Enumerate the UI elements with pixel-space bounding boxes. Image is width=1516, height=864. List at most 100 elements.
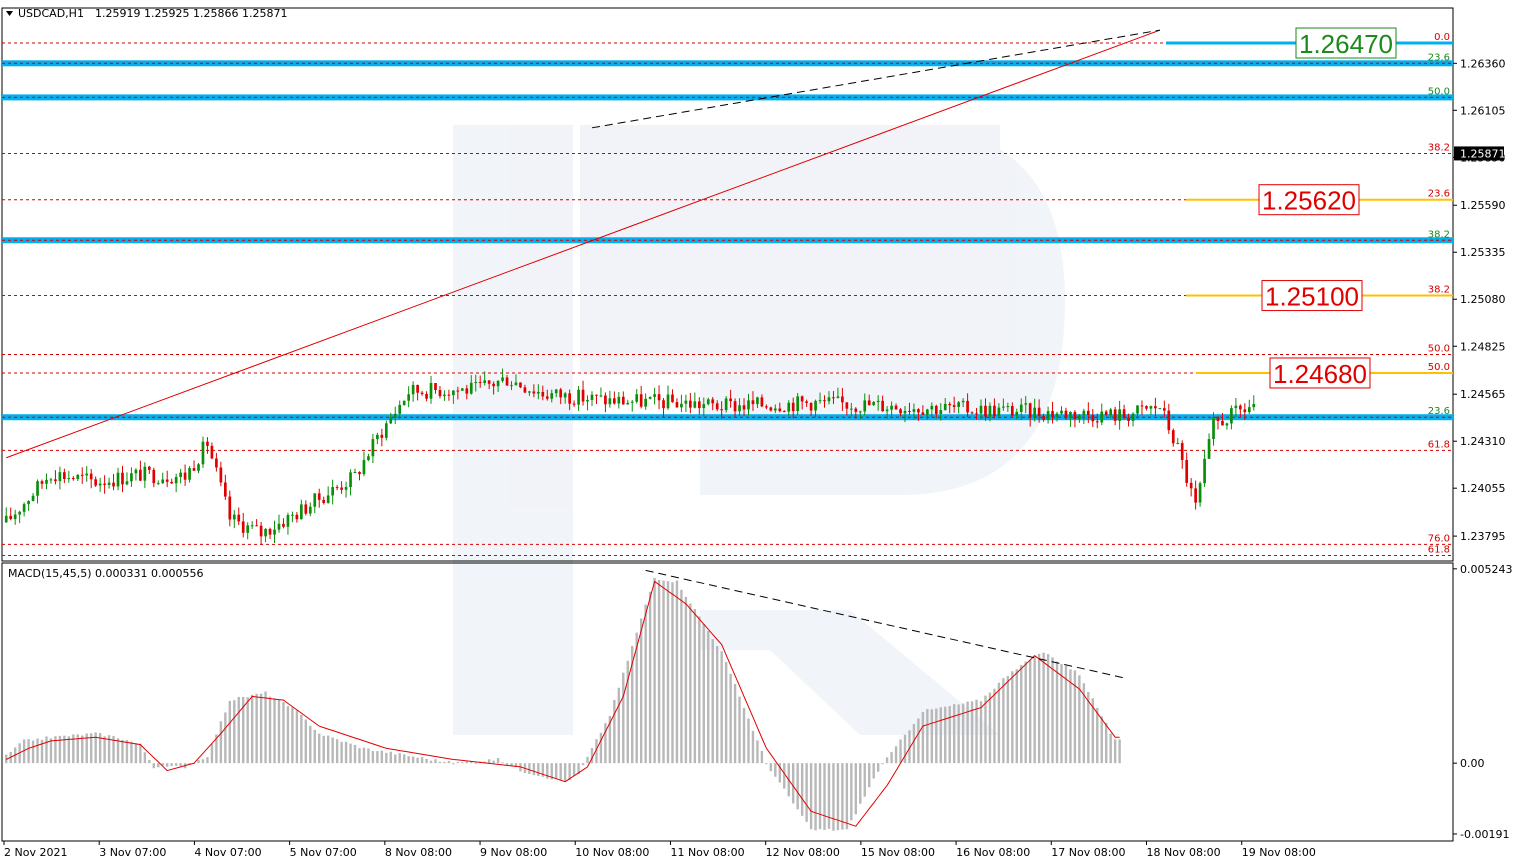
candle-body-250 <box>1122 409 1126 418</box>
candle-body-241 <box>1082 410 1086 416</box>
candle-body-111 <box>501 377 504 381</box>
candle-body-163 <box>733 401 737 412</box>
fib-label-12: 61.8 <box>1428 544 1450 555</box>
candle-body-129 <box>581 389 585 402</box>
price-tick-label-1: 1.26105 <box>1460 104 1506 117</box>
candle-body-1 <box>9 515 13 520</box>
macd-bar-68 <box>309 725 312 764</box>
candle-body-89 <box>402 400 406 405</box>
symbol-title: USDCAD,H1 <box>18 7 84 20</box>
macd-bar-100 <box>452 763 455 765</box>
candle-body-11 <box>54 479 57 482</box>
candle-body-68 <box>308 506 312 514</box>
time-tick-label-8: 12 Nov 08:00 <box>766 846 840 859</box>
candle-body-146 <box>657 394 661 401</box>
candle-body-48 <box>219 467 223 483</box>
target-label-2: 1.25100 <box>1265 282 1359 312</box>
macd-bar-224 <box>1006 676 1010 764</box>
fib-label-6: 38.2 <box>1428 285 1450 296</box>
macd-bar-129 <box>581 763 585 766</box>
candle-body-105 <box>474 382 478 384</box>
macd-bar-66 <box>300 714 303 764</box>
dropdown-arrow-icon[interactable] <box>6 11 13 16</box>
price-tick-label-3: 1.25590 <box>1460 199 1506 212</box>
macd-bar-124 <box>559 763 562 781</box>
candle-body-46 <box>210 445 214 459</box>
macd-bar-148 <box>666 581 670 764</box>
macd-bar-39 <box>179 763 182 767</box>
fib-label-1: 23.6 <box>1428 52 1450 63</box>
macd-bar-38 <box>174 763 178 766</box>
candle-body-162 <box>729 398 732 402</box>
fib-label-10: 61.8 <box>1428 439 1450 450</box>
candle-body-277 <box>1243 409 1247 413</box>
candle-body-252 <box>1131 413 1135 421</box>
candle-body-161 <box>724 398 728 411</box>
macd-bar-207 <box>930 709 934 764</box>
candle-body-260 <box>1167 410 1171 431</box>
candle-body-102 <box>460 388 464 391</box>
candle-body-148 <box>666 394 670 409</box>
candle-body-128 <box>577 389 580 405</box>
candle-body-127 <box>572 403 576 405</box>
candle-body-96 <box>434 383 437 390</box>
candle-body-246 <box>1104 411 1108 416</box>
candle-body-90 <box>407 394 411 401</box>
macd-bar-192 <box>863 763 866 797</box>
candle-body-33 <box>152 469 156 484</box>
candle-body-55 <box>250 525 254 527</box>
macd-bar-80 <box>362 747 366 764</box>
candle-body-125 <box>563 393 567 398</box>
candle-body-40 <box>183 472 187 480</box>
macd-bar-141 <box>635 632 638 764</box>
candle-body-219 <box>984 405 987 417</box>
macd-bar-6 <box>31 740 35 764</box>
macd-bar-67 <box>304 719 308 764</box>
macd-bar-81 <box>367 748 370 764</box>
macd-bar-151 <box>680 589 683 764</box>
candle-body-231 <box>1037 407 1041 417</box>
candle-body-60 <box>273 529 276 535</box>
fib-label-4: 23.6 <box>1428 189 1450 200</box>
candle-body-275 <box>1234 405 1238 409</box>
candle-body-214 <box>961 400 965 403</box>
macd-bar-157 <box>707 630 710 764</box>
candle-body-100 <box>452 390 455 396</box>
macd-bar-168 <box>756 740 759 764</box>
candle-body-126 <box>568 393 571 404</box>
macd-bar-108 <box>487 759 491 764</box>
macd-bar-248 <box>1113 739 1117 764</box>
macd-bar-204 <box>917 718 920 764</box>
macd-bar-189 <box>850 763 853 821</box>
candle-body-226 <box>1015 411 1019 416</box>
macd-bar-236 <box>1060 663 1063 764</box>
candle-body-92 <box>416 384 419 393</box>
macd-bar-46 <box>210 743 214 764</box>
candle-body-194 <box>872 402 876 406</box>
candle-body-52 <box>237 514 241 522</box>
candle-body-7 <box>36 481 39 496</box>
macd-bar-137 <box>617 687 621 764</box>
macd-bar-10 <box>49 738 53 764</box>
candle-body-218 <box>979 405 983 414</box>
macd-bar-234 <box>1051 657 1054 764</box>
candle-body-235 <box>1055 413 1059 417</box>
candle-body-114 <box>514 382 518 386</box>
candle-body-118 <box>532 391 536 394</box>
macd-bar-170 <box>765 763 768 765</box>
candle-body-32 <box>147 466 151 470</box>
macd-bar-229 <box>1028 660 1032 764</box>
candle-body-59 <box>268 529 272 535</box>
candle-body-84 <box>380 434 384 438</box>
candle-body-53 <box>241 521 245 533</box>
candle-body-267 <box>1198 483 1202 503</box>
candle-body-99 <box>447 394 451 396</box>
macd-bar-223 <box>1002 678 1005 764</box>
candle-body-16 <box>76 474 80 479</box>
macd-bar-142 <box>639 618 643 764</box>
macd-bar-109 <box>492 760 495 764</box>
macd-bar-118 <box>532 763 536 776</box>
macd-bar-87 <box>394 754 397 764</box>
candle-body-24 <box>112 482 115 487</box>
macd-tick-label-0: 0.005243 <box>1460 563 1513 576</box>
